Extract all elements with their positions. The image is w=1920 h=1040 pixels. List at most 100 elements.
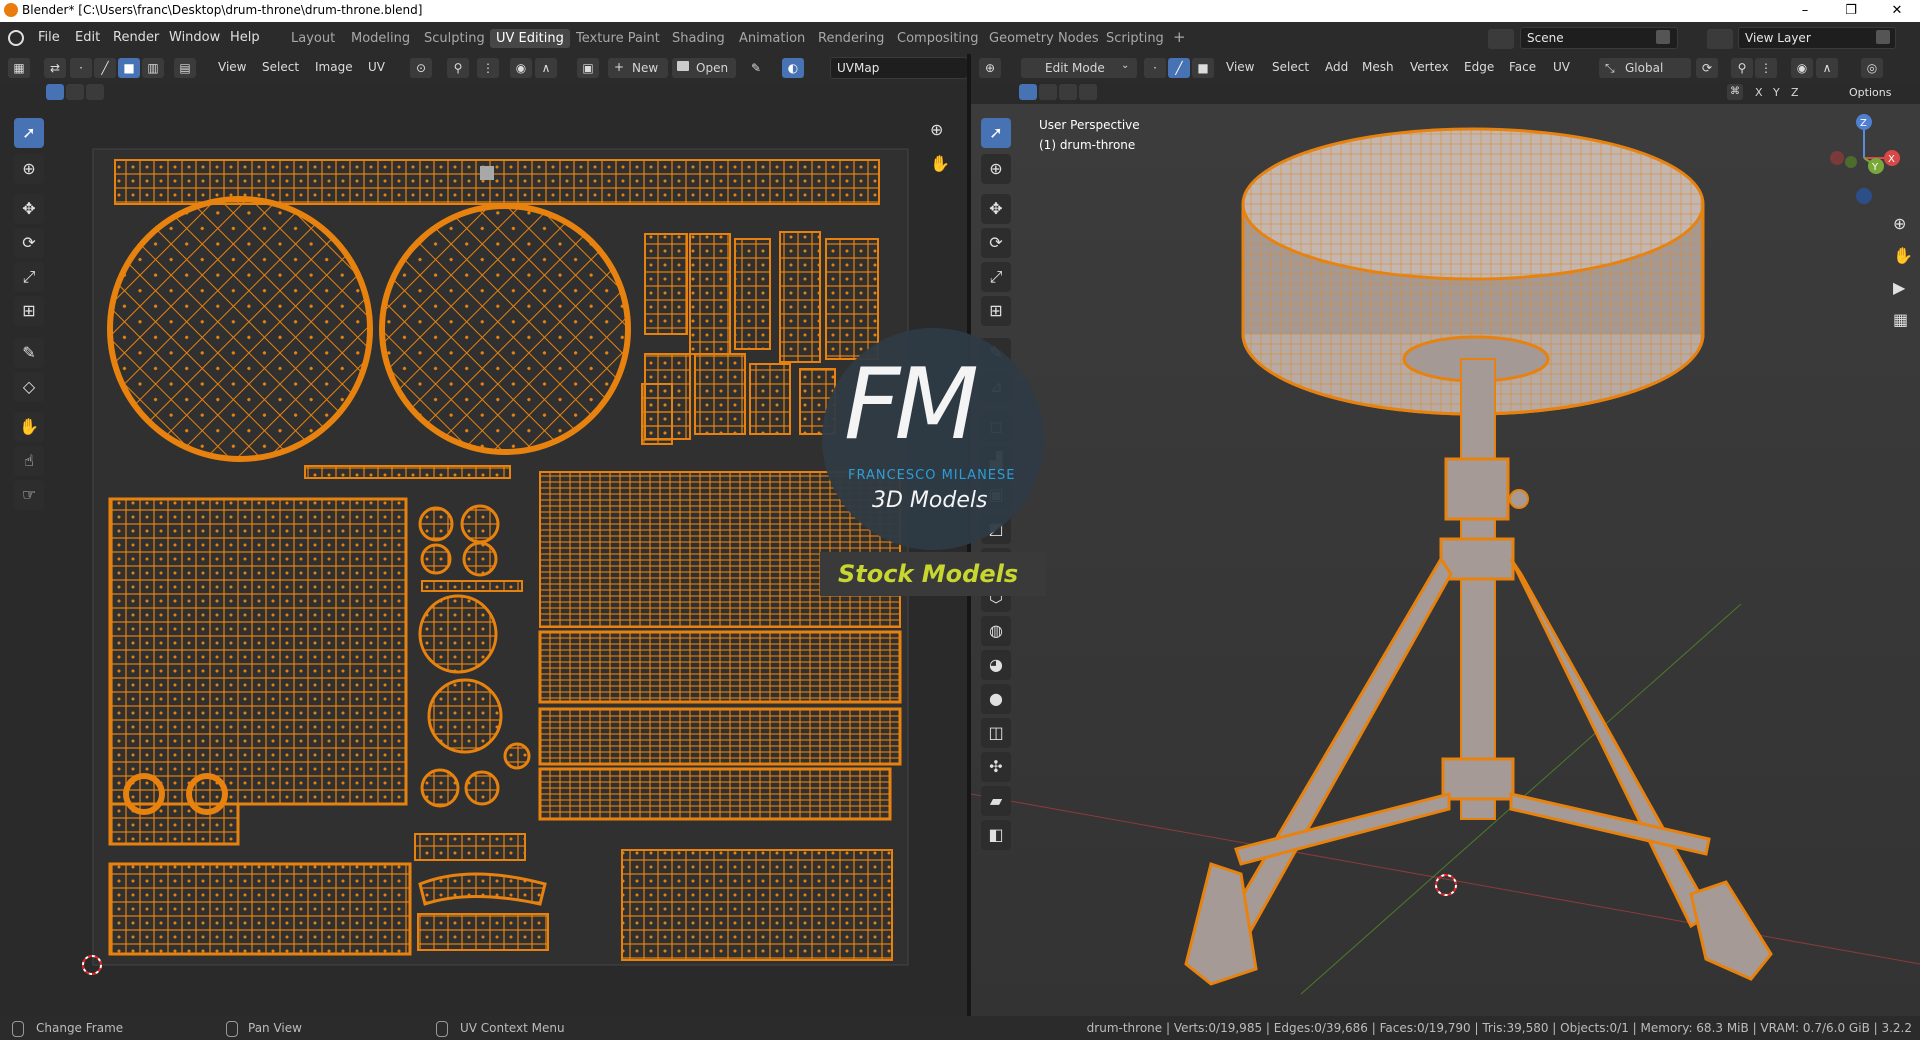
snap-target-icon[interactable]: ⋮ <box>477 58 499 78</box>
vp-select-extend-icon[interactable] <box>1039 84 1057 100</box>
sticky-mode-icon[interactable]: ▤ <box>174 58 196 78</box>
vp-menu-uv[interactable]: UV <box>1553 60 1570 74</box>
viewport-snap-icon[interactable]: ⚲ <box>1731 58 1753 78</box>
vp-menu-face[interactable]: Face <box>1509 60 1536 74</box>
pin-icon[interactable]: ✎ <box>745 58 767 78</box>
menu-render[interactable]: Render <box>113 30 159 45</box>
camera-icon[interactable]: ▶ <box>1893 278 1905 297</box>
view-layer-field[interactable]: View Layer <box>1738 27 1896 49</box>
falloff-icon[interactable]: ∧ <box>535 58 557 78</box>
pivot-point-icon[interactable]: ⟳ <box>1696 58 1718 78</box>
menu-window[interactable]: Window <box>169 30 220 45</box>
vp-select-box-icon[interactable] <box>1019 84 1037 100</box>
add-workspace-button[interactable]: + <box>1167 26 1192 48</box>
uvmap-field[interactable]: UVMap <box>830 57 968 79</box>
image-browse-icon[interactable]: ▣ <box>577 58 599 78</box>
vp-menu-vertex[interactable]: Vertex <box>1410 60 1449 74</box>
scene-selector-icon[interactable] <box>1488 29 1514 49</box>
pivot-icon[interactable]: ⊙ <box>410 58 432 78</box>
viewport-falloff-icon[interactable]: ∧ <box>1816 58 1838 78</box>
relax-tool[interactable]: ☝ <box>14 446 44 476</box>
proportional-edit-icon[interactable]: ◉ <box>510 58 532 78</box>
vertex-mode-icon[interactable]: · <box>1144 58 1166 78</box>
pan-hand-icon[interactable]: ✋ <box>930 154 950 173</box>
pinch-tool[interactable]: ☞ <box>14 480 44 510</box>
uv-menu-uv[interactable]: UV <box>368 60 385 74</box>
select-extend-icon[interactable] <box>66 84 84 100</box>
edge-select-icon[interactable]: ╱ <box>94 58 116 78</box>
vp-rip-tool[interactable]: ◧ <box>981 820 1011 850</box>
tab-geometry-nodes[interactable]: Geometry Nodes <box>983 29 1105 48</box>
vp-cursor-tool[interactable]: ⊕ <box>981 154 1011 184</box>
vp-spin-tool[interactable]: ◕ <box>981 650 1011 680</box>
view-layer-selector-icon[interactable] <box>1707 29 1733 49</box>
vp-select-tool[interactable]: ➚ <box>981 118 1011 148</box>
snap-icon[interactable]: ⚲ <box>447 58 469 78</box>
viewport-proportional-icon[interactable]: ◉ <box>1791 58 1813 78</box>
uv-menu-select[interactable]: Select <box>262 60 299 74</box>
viewport-snap-target-icon[interactable]: ⋮ <box>1755 58 1777 78</box>
vp-menu-view[interactable]: View <box>1226 60 1254 74</box>
rip-tool[interactable]: ◇ <box>14 372 44 402</box>
tab-shading[interactable]: Shading <box>666 29 731 48</box>
vp-shear-tool[interactable]: ▰ <box>981 786 1011 816</box>
annotate-tool[interactable]: ✎ <box>14 338 44 368</box>
face-mode-icon[interactable]: ■ <box>1192 58 1214 78</box>
3d-viewport-area[interactable]: Z X Y User Perspective (1) drum-throne ➚… <box>971 104 1920 1016</box>
vertex-select-icon[interactable]: · <box>70 58 92 78</box>
transform-tool[interactable]: ⊞ <box>14 296 44 326</box>
vp-menu-select[interactable]: Select <box>1272 60 1309 74</box>
face-select-icon[interactable]: ■ <box>118 58 140 78</box>
tab-scripting[interactable]: Scripting <box>1100 29 1170 48</box>
tab-uv-editing[interactable]: UV Editing <box>490 29 570 48</box>
uv-menu-image[interactable]: Image <box>315 60 353 74</box>
menu-help[interactable]: Help <box>230 30 260 45</box>
vp-edge-slide-tool[interactable]: ◫ <box>981 718 1011 748</box>
vp-rotate-tool[interactable]: ⟳ <box>981 228 1011 258</box>
tab-texture-paint[interactable]: Texture Paint <box>570 29 666 48</box>
options-dropdown[interactable]: Options <box>1849 86 1891 99</box>
overlay-icon[interactable]: ◐ <box>782 58 804 78</box>
vp-shrink-tool[interactable]: ✣ <box>981 752 1011 782</box>
viewport-editor-type-icon[interactable]: ⊕ <box>979 58 1001 78</box>
menu-file[interactable]: File <box>38 30 60 45</box>
vp-menu-add[interactable]: Add <box>1325 60 1348 74</box>
transform-orientation-selector[interactable]: ⤡ Global <box>1599 58 1691 78</box>
vp-transform-tool[interactable]: ⊞ <box>981 296 1011 326</box>
uv-menu-view[interactable]: View <box>218 60 246 74</box>
close-button[interactable]: ✕ <box>1874 0 1920 22</box>
tab-modeling[interactable]: Modeling <box>345 29 416 48</box>
zoom-icon[interactable]: ⊕ <box>930 120 943 139</box>
scene-field[interactable]: Scene <box>1520 27 1678 49</box>
tab-layout[interactable]: Layout <box>285 29 341 48</box>
vp-select-subtract-icon[interactable] <box>1059 84 1077 100</box>
open-image-button[interactable]: Open <box>672 58 736 78</box>
vp-scale-tool[interactable]: ⤢ <box>981 262 1011 292</box>
grid-view-icon[interactable]: ▦ <box>1893 310 1908 329</box>
vp-zoom-icon[interactable]: ⊕ <box>1893 214 1906 233</box>
new-scene-icon[interactable] <box>1656 30 1670 44</box>
mirror-y-toggle[interactable]: Y <box>1773 86 1780 99</box>
mirror-x-toggle[interactable]: X <box>1755 86 1763 99</box>
cursor-tool[interactable]: ⊕ <box>14 154 44 184</box>
minimize-button[interactable]: – <box>1782 0 1828 22</box>
tab-sculpting[interactable]: Sculpting <box>418 29 491 48</box>
vp-menu-mesh[interactable]: Mesh <box>1362 60 1394 74</box>
sync-selection-icon[interactable]: ⇄ <box>44 58 66 78</box>
grab-tool[interactable]: ✋ <box>14 412 44 442</box>
select-subtract-icon[interactable] <box>86 84 104 100</box>
tab-animation[interactable]: Animation <box>733 29 811 48</box>
editor-type-icon[interactable]: ▦ <box>8 58 30 78</box>
menu-edit[interactable]: Edit <box>75 30 100 45</box>
visibility-icon[interactable]: ◎ <box>1861 58 1883 78</box>
mirror-icon[interactable]: ⌘ <box>1727 84 1743 100</box>
rotate-tool[interactable]: ⟳ <box>14 228 44 258</box>
mirror-z-toggle[interactable]: Z <box>1791 86 1799 99</box>
tab-compositing[interactable]: Compositing <box>891 29 985 48</box>
vp-poly-build-tool[interactable]: ◍ <box>981 616 1011 646</box>
vp-move-tool[interactable]: ✥ <box>981 194 1011 224</box>
vp-menu-edge[interactable]: Edge <box>1464 60 1494 74</box>
mode-selector[interactable]: Edit Mode ⌄ <box>1021 58 1137 78</box>
new-view-layer-icon[interactable] <box>1876 30 1890 44</box>
vp-smooth-tool[interactable]: ● <box>981 684 1011 714</box>
